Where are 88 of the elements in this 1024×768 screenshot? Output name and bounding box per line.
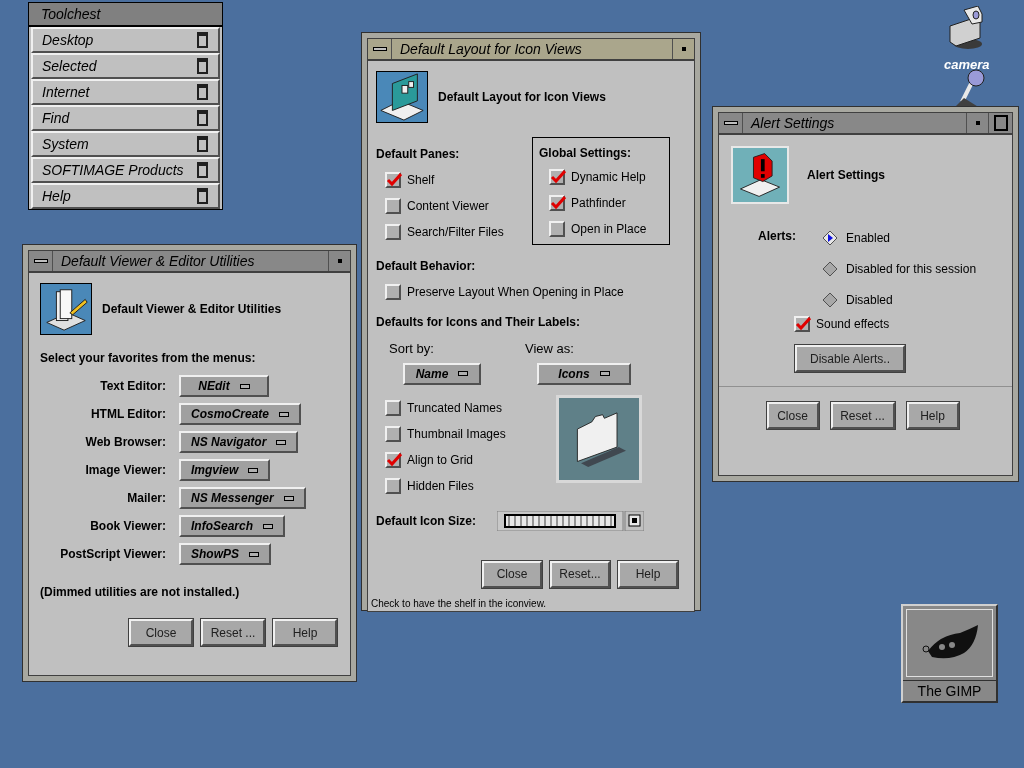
status-message: Check to have the shelf in the iconview. [370, 596, 548, 611]
field-label: Alerts: [758, 228, 797, 245]
option-menu[interactable]: NS Navigator [179, 431, 299, 453]
option-menu[interactable]: InfoSearch [179, 515, 285, 537]
dialog-heading: Default Viewer & Editor Utilities [102, 301, 282, 318]
dialog-heading: Default Layout for Icon Views [438, 89, 606, 106]
radio-label: Disabled for this session [846, 260, 977, 278]
radio-button[interactable] [822, 260, 838, 277]
minimized-window-label: The GIMP [903, 680, 996, 701]
toolchest-item[interactable]: Find [31, 105, 220, 131]
drawer-icon [197, 188, 208, 204]
option-menu[interactable]: NEdit [179, 375, 269, 397]
section-heading: Default Behavior: [376, 258, 477, 275]
field-label: View as: [525, 340, 575, 358]
dialog-heading: Alert Settings [807, 167, 885, 184]
instruction-text: Select your favorites from the menus: [40, 350, 257, 367]
field-label: Text Editor: [99, 378, 166, 395]
checkbox-label: Hidden Files [407, 477, 474, 495]
field-label: PostScript Viewer: [59, 546, 166, 563]
drawer-icon [197, 58, 208, 74]
section-heading: Global Settings: [539, 145, 632, 162]
section-heading: Default Panes: [376, 146, 461, 163]
option-menu[interactable]: ShowPS [179, 543, 271, 565]
checkbox-label: Preserve Layout When Opening in Place [407, 284, 624, 301]
dialog-button[interactable]: Close [129, 619, 193, 646]
field-label: Default Icon Size: [376, 512, 477, 530]
checkbox-label: Sound effects [816, 316, 890, 333]
dialog-button[interactable]: Close [482, 560, 542, 588]
toolchest-item[interactable]: Help [31, 183, 220, 209]
toolchest-item[interactable]: Internet [31, 79, 220, 105]
toolchest-item[interactable]: Desktop [31, 27, 220, 53]
field-label: Sort by: [388, 340, 435, 358]
option-menu[interactable]: Imgview [179, 459, 271, 481]
field-label: Web Browser: [84, 434, 166, 451]
toolchest-item[interactable]: SOFTIMAGE Products [31, 157, 220, 183]
field-label: Book Viewer: [89, 518, 166, 535]
window-title: Alert Settings [749, 114, 836, 133]
option-menu[interactable]: Icons [537, 362, 631, 385]
drawer-icon [197, 136, 208, 152]
field-label: Mailer: [126, 490, 166, 507]
toolchest-item[interactable]: System [31, 131, 220, 157]
option-menu[interactable]: Name [403, 362, 481, 385]
checkbox-label: Content Viewer [407, 198, 489, 215]
field-label: Image Viewer: [84, 462, 166, 479]
checkbox-label: Truncated Names [407, 399, 502, 417]
option-menu[interactable]: NS Messenger [179, 487, 306, 509]
field-label: HTML Editor: [89, 406, 166, 423]
option-menu[interactable]: CosmoCreate [179, 403, 302, 425]
checkbox-label: Thumbnail Images [407, 425, 506, 443]
toolchest-title: Toolchest [29, 3, 222, 27]
dialog-button[interactable]: Help [273, 619, 337, 646]
checkbox-label: Dynamic Help [571, 169, 646, 186]
alert-sign-icon [731, 146, 789, 204]
checkbox[interactable] [794, 316, 810, 332]
minimized-window[interactable]: The GIMP [901, 604, 998, 703]
dialog-button[interactable]: Close [766, 402, 819, 429]
dialog-button[interactable]: Help [618, 560, 678, 588]
checkbox-label: Pathfinder [571, 195, 626, 212]
checkbox[interactable] [549, 195, 565, 211]
window-title: Default Viewer & Editor Utilities [60, 252, 256, 271]
camera-icon[interactable] [946, 6, 986, 50]
dialog-button[interactable]: Reset... [550, 560, 610, 588]
drawer-icon [197, 84, 208, 100]
checkbox-label: Shelf [407, 172, 435, 189]
desktop-panel-icon [376, 71, 428, 123]
checkbox-label: Open in Place [571, 221, 647, 238]
icon-label: camera [944, 56, 990, 74]
note-text: (Dimmed utilities are not installed.) [40, 584, 241, 601]
checkbox-label: Search/Filter Files [407, 224, 504, 241]
drawer-icon [197, 162, 208, 178]
checkbox-label: Align to Grid [407, 451, 474, 469]
window-title: Default Layout for Icon Views [399, 40, 583, 59]
drawer-icon [197, 32, 208, 48]
radio-button[interactable] [822, 291, 838, 308]
drawer-icon [197, 110, 208, 126]
radio-label: Enabled [846, 229, 891, 247]
dialog-button[interactable]: Reset ... [201, 619, 265, 646]
documents-pencil-icon [40, 283, 92, 335]
size-slider-drawing[interactable] [497, 510, 644, 531]
checkbox[interactable] [549, 169, 565, 185]
checkbox[interactable] [385, 172, 401, 188]
dialog-button[interactable]: Reset ... [830, 402, 895, 429]
radio-label: Disabled [846, 291, 893, 309]
toolchest-item[interactable]: Selected [31, 53, 220, 79]
section-heading: Defaults for Icons and Their Labels: [376, 314, 582, 331]
dialog-button[interactable]: Help [906, 402, 959, 429]
dialog-button[interactable]: Disable Alerts.. [795, 345, 905, 372]
radio-button[interactable] [822, 229, 838, 246]
